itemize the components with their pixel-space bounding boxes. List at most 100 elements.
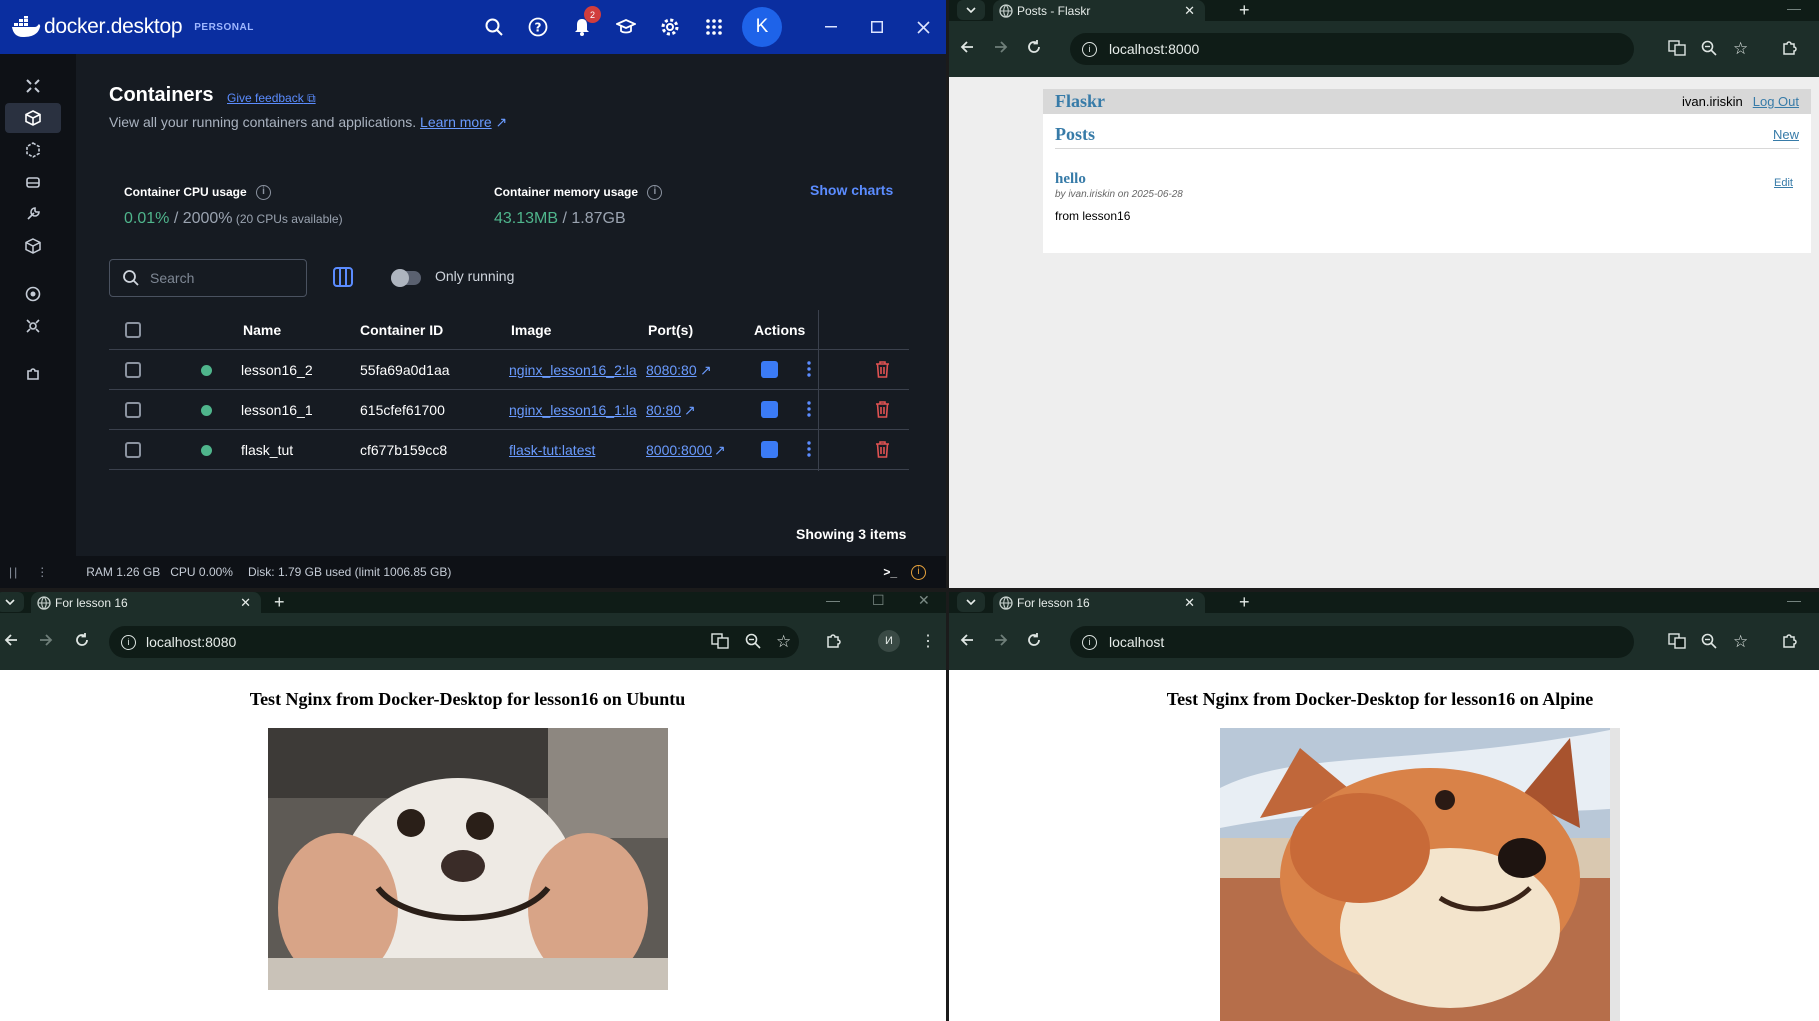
sidebar-item-dashboard[interactable] [5, 71, 61, 101]
url-input[interactable] [1109, 634, 1309, 650]
stop-button[interactable] [761, 361, 778, 378]
site-info-icon[interactable]: i [1082, 634, 1097, 650]
close-tab-icon[interactable]: ✕ [1184, 3, 1195, 19]
minimize-icon[interactable] [808, 0, 854, 54]
delete-trash-icon[interactable] [875, 401, 890, 418]
url-input[interactable] [146, 634, 346, 650]
close-tab-icon[interactable]: ✕ [1184, 595, 1195, 611]
reload-icon[interactable] [1026, 632, 1042, 648]
delete-trash-icon[interactable] [875, 361, 890, 378]
container-name[interactable]: lesson16_2 [241, 362, 313, 378]
sidebar-item-scout[interactable] [5, 279, 61, 309]
profile-avatar[interactable]: И [878, 630, 900, 652]
image-link[interactable]: nginx_lesson16_2:la [509, 362, 641, 378]
url-input[interactable] [1109, 41, 1309, 57]
search-input[interactable] [150, 270, 290, 286]
sidebar-item-images[interactable] [5, 135, 61, 165]
external-link-icon[interactable]: ↗ [700, 362, 712, 379]
reload-icon[interactable] [1026, 39, 1042, 55]
bookmark-star-icon[interactable]: ☆ [776, 632, 791, 652]
more-icon[interactable]: ⋮ [36, 565, 48, 579]
port-link[interactable]: 8080:80 [646, 362, 697, 378]
image-link[interactable]: nginx_lesson16_1:la [509, 402, 641, 418]
column-settings-icon[interactable] [332, 266, 354, 288]
back-arrow-icon[interactable] [3, 632, 19, 648]
site-info-icon[interactable]: i [1082, 41, 1097, 57]
column-header-name[interactable]: Name [243, 322, 281, 338]
tab-search-dropdown-icon[interactable] [957, 592, 985, 612]
sidebar-item-hub[interactable] [5, 231, 61, 261]
learning-center-icon[interactable] [604, 0, 648, 54]
extensions-icon[interactable] [1782, 632, 1798, 648]
translate-icon[interactable] [1668, 633, 1686, 649]
zoom-icon[interactable] [1701, 633, 1717, 649]
bookmark-star-icon[interactable]: ☆ [1733, 39, 1748, 59]
minimize-icon[interactable]: — [1787, 0, 1801, 16]
info-icon[interactable]: i [647, 185, 663, 201]
log-out-link[interactable]: Log Out [1753, 94, 1799, 109]
minimize-icon[interactable]: — [826, 592, 840, 608]
settings-gear-icon[interactable] [648, 0, 692, 54]
maximize-icon[interactable] [854, 0, 900, 54]
table-row[interactable]: lesson16_2 55fa69a0d1aa nginx_lesson16_2… [109, 350, 909, 390]
give-feedback-link[interactable]: Give feedback ⧉ [227, 91, 316, 106]
more-actions-icon[interactable] [807, 401, 811, 417]
port-link[interactable]: 8000:8000 [646, 442, 712, 458]
external-link-icon[interactable]: ↗ [684, 402, 696, 419]
row-checkbox[interactable] [125, 442, 141, 458]
help-icon[interactable]: ? [516, 0, 560, 54]
close-icon[interactable]: ✕ [918, 592, 930, 609]
tab-posts-flaskr[interactable]: Posts - Flaskr ✕ [993, 0, 1205, 22]
new-post-link[interactable]: New [1773, 127, 1799, 142]
browser-menu-icon[interactable]: ⋮ [920, 631, 936, 651]
more-actions-icon[interactable] [807, 441, 811, 457]
forward-arrow-icon[interactable] [993, 632, 1009, 648]
back-arrow-icon[interactable] [959, 39, 975, 55]
forward-arrow-icon[interactable] [38, 632, 54, 648]
account-avatar[interactable]: K [742, 7, 782, 47]
extensions-icon[interactable] [826, 632, 842, 648]
minimize-icon[interactable]: — [1787, 592, 1801, 608]
back-arrow-icon[interactable] [959, 632, 975, 648]
tab-search-dropdown-icon[interactable] [957, 0, 985, 20]
search-icon[interactable] [472, 0, 516, 54]
container-name[interactable]: lesson16_1 [241, 402, 313, 418]
image-link[interactable]: flask-tut:latest [509, 442, 641, 458]
sidebar-item-builds[interactable] [5, 199, 61, 229]
pause-icon[interactable]: || [9, 565, 19, 579]
container-name[interactable]: flask_tut [241, 442, 293, 458]
table-row[interactable]: flask_tut cf677b159cc8 flask-tut:latest … [109, 430, 909, 470]
sidebar-item-volumes[interactable] [5, 167, 61, 197]
new-tab-button[interactable]: + [274, 592, 285, 613]
edit-post-link[interactable]: Edit [1774, 177, 1793, 189]
column-header-ports[interactable]: Port(s) [648, 322, 693, 338]
maximize-icon[interactable]: ☐ [872, 592, 885, 609]
warning-info-icon[interactable]: i [911, 564, 926, 580]
stop-button[interactable] [761, 401, 778, 418]
table-row[interactable]: lesson16_1 615cfef61700 nginx_lesson16_1… [109, 390, 909, 430]
column-header-container-id[interactable]: Container ID [360, 322, 443, 338]
flaskr-site-title[interactable]: Flaskr [1055, 91, 1105, 112]
tab-for-lesson-16[interactable]: For lesson 16 ✕ [31, 592, 261, 614]
zoom-icon[interactable] [745, 633, 761, 649]
apps-grid-icon[interactable] [692, 0, 736, 54]
zoom-icon[interactable] [1701, 40, 1717, 56]
new-tab-button[interactable]: + [1239, 0, 1250, 21]
reload-icon[interactable] [74, 632, 90, 648]
delete-trash-icon[interactable] [875, 441, 890, 458]
site-info-icon[interactable]: i [121, 634, 136, 650]
sidebar-item-models[interactable] [5, 311, 61, 341]
close-icon[interactable] [900, 0, 946, 54]
forward-arrow-icon[interactable] [993, 39, 1009, 55]
bookmark-star-icon[interactable]: ☆ [1733, 632, 1748, 652]
row-checkbox[interactable] [125, 362, 141, 378]
notifications-bell-icon[interactable]: 2 [560, 0, 604, 54]
select-all-checkbox[interactable] [125, 322, 141, 338]
tab-search-dropdown-icon[interactable] [0, 592, 24, 612]
translate-icon[interactable] [1668, 40, 1686, 56]
extensions-icon[interactable] [1782, 39, 1798, 55]
row-checkbox[interactable] [125, 402, 141, 418]
translate-icon[interactable] [711, 633, 729, 649]
port-link[interactable]: 80:80 [646, 402, 681, 418]
more-actions-icon[interactable] [807, 361, 811, 377]
